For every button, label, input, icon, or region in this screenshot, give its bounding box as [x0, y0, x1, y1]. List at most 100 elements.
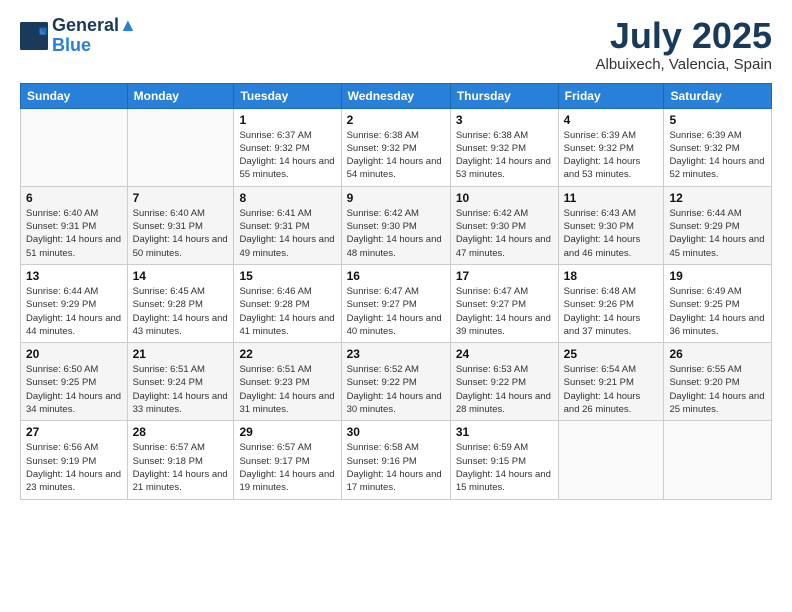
sunset: Sunset: 9:29 PM — [26, 299, 96, 310]
table-row: 17 Sunrise: 6:47 AM Sunset: 9:27 PM Dayl… — [450, 264, 558, 342]
sunrise: Sunrise: 6:49 AM — [669, 286, 741, 297]
daylight: Daylight: 14 hours and 46 minutes. — [564, 234, 641, 258]
logo: General▲ Blue — [20, 16, 137, 56]
daylight: Daylight: 14 hours and 50 minutes. — [133, 234, 228, 258]
day-number: 24 — [456, 347, 553, 361]
sunrise: Sunrise: 6:51 AM — [239, 364, 311, 375]
daylight: Daylight: 14 hours and 39 minutes. — [456, 313, 551, 337]
logo-text: General▲ Blue — [52, 16, 137, 56]
table-row: 22 Sunrise: 6:51 AM Sunset: 9:23 PM Dayl… — [234, 343, 341, 421]
daylight: Daylight: 14 hours and 53 minutes. — [456, 156, 551, 180]
daylight: Daylight: 14 hours and 36 minutes. — [669, 313, 764, 337]
day-info: Sunrise: 6:48 AM Sunset: 9:26 PM Dayligh… — [564, 285, 659, 338]
table-row: 21 Sunrise: 6:51 AM Sunset: 9:24 PM Dayl… — [127, 343, 234, 421]
day-number: 29 — [239, 425, 335, 439]
sunset: Sunset: 9:19 PM — [26, 456, 96, 467]
day-number: 11 — [564, 191, 659, 205]
sunrise: Sunrise: 6:40 AM — [26, 208, 98, 219]
day-number: 8 — [239, 191, 335, 205]
day-info: Sunrise: 6:39 AM Sunset: 9:32 PM Dayligh… — [564, 129, 659, 182]
sunrise: Sunrise: 6:39 AM — [564, 130, 636, 141]
day-number: 19 — [669, 269, 766, 283]
sunrise: Sunrise: 6:38 AM — [456, 130, 528, 141]
day-info: Sunrise: 6:51 AM Sunset: 9:24 PM Dayligh… — [133, 363, 229, 416]
day-number: 16 — [347, 269, 445, 283]
day-number: 18 — [564, 269, 659, 283]
daylight: Daylight: 14 hours and 49 minutes. — [239, 234, 334, 258]
sunrise: Sunrise: 6:40 AM — [133, 208, 205, 219]
sunrise: Sunrise: 6:57 AM — [239, 442, 311, 453]
sunset: Sunset: 9:29 PM — [669, 221, 739, 232]
table-row: 6 Sunrise: 6:40 AM Sunset: 9:31 PM Dayli… — [21, 186, 128, 264]
day-info: Sunrise: 6:45 AM Sunset: 9:28 PM Dayligh… — [133, 285, 229, 338]
day-info: Sunrise: 6:37 AM Sunset: 9:32 PM Dayligh… — [239, 129, 335, 182]
table-row: 4 Sunrise: 6:39 AM Sunset: 9:32 PM Dayli… — [558, 108, 664, 186]
day-info: Sunrise: 6:42 AM Sunset: 9:30 PM Dayligh… — [456, 207, 553, 260]
sunset: Sunset: 9:28 PM — [133, 299, 203, 310]
daylight: Daylight: 14 hours and 43 minutes. — [133, 313, 228, 337]
daylight: Daylight: 14 hours and 23 minutes. — [26, 469, 121, 493]
daylight: Daylight: 14 hours and 55 minutes. — [239, 156, 334, 180]
table-row — [664, 421, 772, 499]
sunrise: Sunrise: 6:52 AM — [347, 364, 419, 375]
day-number: 15 — [239, 269, 335, 283]
table-row: 9 Sunrise: 6:42 AM Sunset: 9:30 PM Dayli… — [341, 186, 450, 264]
daylight: Daylight: 14 hours and 33 minutes. — [133, 391, 228, 415]
table-row: 28 Sunrise: 6:57 AM Sunset: 9:18 PM Dayl… — [127, 421, 234, 499]
day-info: Sunrise: 6:38 AM Sunset: 9:32 PM Dayligh… — [456, 129, 553, 182]
sunrise: Sunrise: 6:53 AM — [456, 364, 528, 375]
daylight: Daylight: 14 hours and 48 minutes. — [347, 234, 442, 258]
sunset: Sunset: 9:17 PM — [239, 456, 309, 467]
sunrise: Sunrise: 6:54 AM — [564, 364, 636, 375]
daylight: Daylight: 14 hours and 52 minutes. — [669, 156, 764, 180]
table-row — [127, 108, 234, 186]
day-number: 7 — [133, 191, 229, 205]
table-row: 2 Sunrise: 6:38 AM Sunset: 9:32 PM Dayli… — [341, 108, 450, 186]
col-friday: Friday — [558, 83, 664, 108]
day-info: Sunrise: 6:53 AM Sunset: 9:22 PM Dayligh… — [456, 363, 553, 416]
sunset: Sunset: 9:25 PM — [26, 377, 96, 388]
daylight: Daylight: 14 hours and 26 minutes. — [564, 391, 641, 415]
sunset: Sunset: 9:30 PM — [347, 221, 417, 232]
title-block: July 2025 Albuixech, Valencia, Spain — [596, 16, 773, 73]
day-info: Sunrise: 6:57 AM Sunset: 9:17 PM Dayligh… — [239, 441, 335, 494]
sunset: Sunset: 9:16 PM — [347, 456, 417, 467]
calendar-table: Sunday Monday Tuesday Wednesday Thursday… — [20, 83, 772, 500]
day-info: Sunrise: 6:51 AM Sunset: 9:23 PM Dayligh… — [239, 363, 335, 416]
table-row: 3 Sunrise: 6:38 AM Sunset: 9:32 PM Dayli… — [450, 108, 558, 186]
day-info: Sunrise: 6:52 AM Sunset: 9:22 PM Dayligh… — [347, 363, 445, 416]
table-row: 10 Sunrise: 6:42 AM Sunset: 9:30 PM Dayl… — [450, 186, 558, 264]
sunset: Sunset: 9:21 PM — [564, 377, 634, 388]
day-number: 13 — [26, 269, 122, 283]
day-number: 25 — [564, 347, 659, 361]
day-info: Sunrise: 6:43 AM Sunset: 9:30 PM Dayligh… — [564, 207, 659, 260]
sunrise: Sunrise: 6:50 AM — [26, 364, 98, 375]
month-title: July 2025 — [596, 16, 773, 56]
sunrise: Sunrise: 6:38 AM — [347, 130, 419, 141]
table-row: 13 Sunrise: 6:44 AM Sunset: 9:29 PM Dayl… — [21, 264, 128, 342]
table-row: 30 Sunrise: 6:58 AM Sunset: 9:16 PM Dayl… — [341, 421, 450, 499]
table-row: 18 Sunrise: 6:48 AM Sunset: 9:26 PM Dayl… — [558, 264, 664, 342]
sunset: Sunset: 9:30 PM — [564, 221, 634, 232]
sunset: Sunset: 9:27 PM — [347, 299, 417, 310]
day-number: 23 — [347, 347, 445, 361]
table-row: 7 Sunrise: 6:40 AM Sunset: 9:31 PM Dayli… — [127, 186, 234, 264]
col-sunday: Sunday — [21, 83, 128, 108]
sunrise: Sunrise: 6:51 AM — [133, 364, 205, 375]
sunrise: Sunrise: 6:58 AM — [347, 442, 419, 453]
day-info: Sunrise: 6:44 AM Sunset: 9:29 PM Dayligh… — [26, 285, 122, 338]
day-number: 22 — [239, 347, 335, 361]
sunrise: Sunrise: 6:46 AM — [239, 286, 311, 297]
sunrise: Sunrise: 6:42 AM — [456, 208, 528, 219]
table-row: 24 Sunrise: 6:53 AM Sunset: 9:22 PM Dayl… — [450, 343, 558, 421]
day-info: Sunrise: 6:39 AM Sunset: 9:32 PM Dayligh… — [669, 129, 766, 182]
day-number: 2 — [347, 113, 445, 127]
day-info: Sunrise: 6:55 AM Sunset: 9:20 PM Dayligh… — [669, 363, 766, 416]
day-info: Sunrise: 6:41 AM Sunset: 9:31 PM Dayligh… — [239, 207, 335, 260]
sunset: Sunset: 9:32 PM — [239, 143, 309, 154]
daylight: Daylight: 14 hours and 17 minutes. — [347, 469, 442, 493]
sunrise: Sunrise: 6:47 AM — [456, 286, 528, 297]
table-row: 27 Sunrise: 6:56 AM Sunset: 9:19 PM Dayl… — [21, 421, 128, 499]
sunrise: Sunrise: 6:56 AM — [26, 442, 98, 453]
daylight: Daylight: 14 hours and 28 minutes. — [456, 391, 551, 415]
